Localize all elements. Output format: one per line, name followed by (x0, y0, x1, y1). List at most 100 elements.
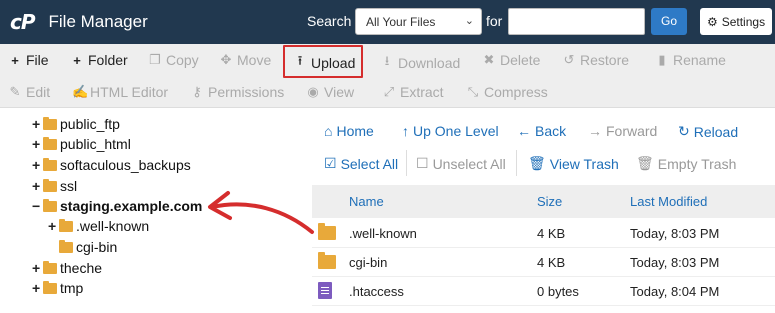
file-name: .htaccess (349, 284, 404, 299)
view-trash-label: View Trash (549, 155, 619, 172)
expand-toggle[interactable]: + (32, 178, 42, 194)
select-all-label: Select All (340, 155, 399, 172)
tree-item-public-html[interactable]: + public_html (32, 136, 131, 152)
expand-toggle[interactable]: + (32, 116, 42, 132)
divider (516, 150, 517, 176)
empty-trash-button[interactable]: 🗑 Empty Trash (636, 155, 736, 172)
tree-item-well-known[interactable]: + .well-known (48, 218, 149, 234)
edit-label: Edit (26, 84, 51, 100)
new-file-label: File (26, 52, 49, 68)
copy-button[interactable]: ❐ Copy (148, 52, 199, 68)
x-icon: ✖ (483, 52, 495, 67)
tree-item-public-ftp[interactable]: + public_ftp (32, 116, 120, 132)
top-header: cP File Manager Search All Your Files ⌄ … (0, 0, 775, 44)
expand-toggle[interactable]: + (32, 157, 42, 173)
search-input[interactable] (508, 8, 645, 35)
column-header-size[interactable]: Size (537, 194, 562, 209)
logo[interactable]: cP File Manager (10, 10, 148, 34)
tree-item-theche[interactable]: + theche (32, 260, 102, 276)
permissions-button[interactable]: ⚷ Permissions (190, 84, 284, 100)
tree-item-ssl[interactable]: + ssl (32, 178, 77, 194)
folder-icon (43, 280, 57, 294)
compress-button[interactable]: ⤡ Compress (466, 84, 548, 100)
undo-icon: ↺ (563, 52, 575, 67)
pencil-icon: ✎ (9, 84, 21, 99)
tree-item-label: ssl (60, 178, 78, 194)
for-label: for (486, 13, 503, 29)
new-folder-button[interactable]: + Folder (70, 52, 128, 68)
go-button[interactable]: Go (651, 8, 687, 35)
tree-item-staging[interactable]: − staging.example.com (32, 198, 202, 214)
folder-icon (59, 239, 73, 253)
unselect-all-button[interactable]: ☐ Unselect All (416, 155, 506, 172)
collapse-toggle[interactable]: − (32, 198, 42, 214)
rename-button[interactable]: ▮ Rename (655, 52, 726, 68)
table-row[interactable]: .htaccess 0 bytes Today, 8:04 PM (312, 277, 775, 306)
compress-icon: ⤡ (467, 84, 479, 99)
home-label: Home (336, 123, 374, 139)
settings-button[interactable]: ⚙ Settings (700, 8, 772, 35)
edit-button[interactable]: ✎ Edit (8, 84, 51, 100)
key-icon: ⚷ (192, 84, 202, 99)
table-row[interactable]: .well-known 4 KB Today, 8:03 PM (312, 219, 775, 248)
up-one-level-button[interactable]: ↑ Up One Level (402, 123, 499, 139)
file-size: 4 KB (537, 255, 566, 270)
search-scope-select[interactable]: All Your Files ⌄ (355, 8, 482, 35)
extract-button[interactable]: ⤢ Extract (382, 84, 444, 100)
expand-toggle[interactable]: + (32, 260, 42, 276)
tree-item-label: public_html (60, 136, 131, 152)
select-all-button[interactable]: ☑ Select All (324, 155, 398, 172)
move-icon: ✥ (220, 52, 232, 67)
back-button[interactable]: ← Back (517, 123, 566, 139)
copy-icon: ❐ (149, 52, 161, 67)
html-editor-button[interactable]: ✍ HTML Editor (72, 84, 168, 100)
arrow-right-icon: → (588, 123, 602, 139)
expand-toggle[interactable]: + (32, 136, 42, 152)
new-folder-label: Folder (88, 52, 128, 68)
file-size: 0 bytes (537, 284, 579, 299)
folder-icon (43, 260, 57, 274)
edit-icon: ✍ (72, 84, 89, 99)
forward-button[interactable]: → Forward (588, 123, 657, 139)
folder-open-icon (43, 198, 57, 212)
view-label: View (324, 84, 355, 100)
file-modified: Today, 8:04 PM (630, 284, 720, 299)
toolbar-row-1: + File + Folder ❐ Copy ✥ Move ⭱ Upload ⭳… (0, 44, 775, 76)
tree-item-label: tmp (60, 280, 84, 296)
folder-icon (318, 252, 336, 269)
expand-toggle[interactable]: + (48, 218, 58, 234)
rename-label: Rename (673, 52, 726, 68)
tree-item-label: public_ftp (60, 116, 120, 132)
checkbox-checked-icon: ☑ (324, 155, 337, 171)
eye-icon: ◉ (307, 84, 319, 99)
reload-button[interactable]: ↻ Reload (678, 123, 738, 140)
download-button[interactable]: ⭳ Download (380, 52, 461, 74)
column-header-last-modified[interactable]: Last Modified (630, 194, 707, 209)
reload-label: Reload (693, 123, 739, 140)
new-file-button[interactable]: + File (8, 52, 49, 68)
column-header-name[interactable]: Name (349, 194, 384, 209)
search-scope-value: All Your Files (366, 15, 436, 29)
delete-button[interactable]: ✖ Delete (482, 52, 541, 68)
tree-item-label: staging.example.com (60, 198, 203, 214)
expand-toggle[interactable]: + (32, 280, 42, 296)
forward-label: Forward (606, 123, 658, 139)
file-modified: Today, 8:03 PM (630, 255, 720, 270)
view-trash-button[interactable]: 🗑 View Trash (528, 155, 619, 172)
tree-item-label: theche (60, 260, 103, 276)
tree-item-cgi-bin[interactable]: cgi-bin (58, 239, 117, 255)
view-button[interactable]: ◉ View (306, 84, 354, 100)
table-row[interactable]: cgi-bin 4 KB Today, 8:03 PM (312, 248, 775, 277)
restore-button[interactable]: ↺ Restore (562, 52, 629, 68)
tree-item-tmp[interactable]: + tmp (32, 280, 83, 296)
move-button[interactable]: ✥ Move (219, 52, 272, 68)
checkbox-empty-icon: ☐ (416, 155, 429, 171)
chevron-down-icon: ⌄ (464, 15, 474, 27)
home-button[interactable]: ⌂ Home (324, 123, 374, 139)
toolbar: + File + Folder ❐ Copy ✥ Move ⭱ Upload ⭳… (0, 44, 775, 108)
folder-icon (43, 136, 57, 150)
tree-item-softaculous-backups[interactable]: + softaculous_backups (32, 157, 191, 173)
trash-icon: 🗑 (528, 155, 546, 171)
refresh-icon: ↻ (678, 123, 690, 139)
folder-icon (43, 178, 57, 192)
